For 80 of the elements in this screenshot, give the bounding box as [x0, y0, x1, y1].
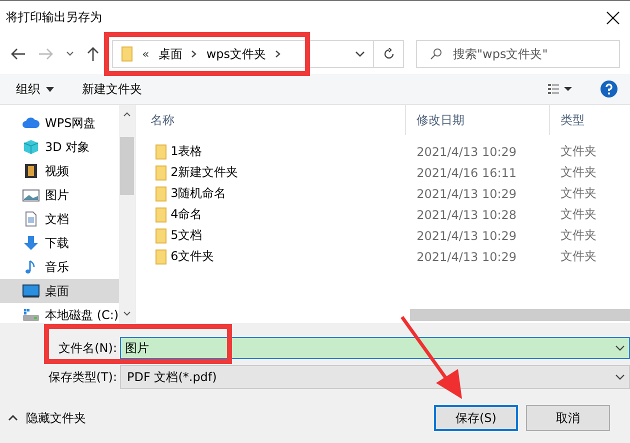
- sidebar-item[interactable]: 本地磁盘 (C:): [0, 303, 119, 327]
- column-header[interactable]: 类型: [550, 105, 585, 135]
- file-type: 文件夹: [560, 143, 597, 160]
- sidebar-item[interactable]: 桌面: [0, 279, 119, 303]
- field-label: 文件名(N):: [58, 340, 118, 356]
- sidebar-item[interactable]: WPS网盘: [0, 111, 119, 135]
- sidebar-item[interactable]: 图片: [0, 183, 119, 207]
- chevron-down-icon[interactable]: [355, 51, 365, 57]
- chevron-right-icon[interactable]: [275, 50, 282, 58]
- organize-menu-button[interactable]: 组织: [16, 80, 54, 98]
- modified-date: 2021/4/13 10:29: [416, 186, 518, 200]
- film-icon: [22, 163, 40, 179]
- file-name[interactable]: 5文档: [170, 227, 202, 244]
- file-name[interactable]: 1表格: [170, 143, 202, 160]
- cloud-icon: [22, 115, 40, 131]
- folder-icon: [154, 186, 167, 202]
- scrollbar-thumb[interactable]: [120, 137, 134, 195]
- horizontal-scrollbar[interactable]: [410, 309, 630, 321]
- sidebar-item[interactable]: 文档: [0, 207, 119, 231]
- folder-icon: [154, 248, 167, 264]
- address-bar[interactable]: « 桌面 wps文件夹: [112, 40, 374, 68]
- file-type: 文件夹: [560, 185, 597, 202]
- folder-icon: [154, 144, 167, 160]
- back-arrow-icon[interactable]: [10, 47, 26, 61]
- cube-icon: [22, 139, 40, 155]
- sidebar-item[interactable]: 视频: [0, 159, 119, 183]
- filename-input-field[interactable]: 图片: [120, 337, 630, 359]
- sidebar-item[interactable]: 3D 对象: [0, 135, 119, 159]
- breadcrumb-item[interactable]: 桌面: [158, 46, 182, 62]
- picture-icon: [22, 187, 40, 203]
- file-type: 文件夹: [560, 164, 597, 181]
- monitor-icon: [22, 283, 40, 299]
- file-type-dropdown[interactable]: PDF 文档(*.pdf): [120, 365, 630, 389]
- search-field[interactable]: 搜索"wps文件夹": [416, 40, 620, 68]
- cancel-button[interactable]: 取消: [526, 405, 610, 431]
- modified-date: 2021/4/13 10:29: [416, 250, 518, 264]
- sidebar-item[interactable]: 下载: [0, 231, 119, 255]
- window-title: 将打印输出另存为: [6, 9, 103, 26]
- folder-icon: [154, 206, 167, 222]
- file-type: 文件夹: [560, 227, 597, 244]
- modified-date: 2021/4/16 16:11: [416, 166, 518, 180]
- save-button[interactable]: 保存(S): [434, 405, 518, 431]
- chevron-right-icon[interactable]: [191, 50, 198, 58]
- help-icon[interactable]: [600, 80, 618, 98]
- refresh-button[interactable]: [374, 40, 404, 68]
- hide-folders-toggle[interactable]: 隐藏文件夹: [8, 410, 86, 426]
- folder-icon: [154, 164, 167, 180]
- file-name[interactable]: 2新建文件夹: [170, 164, 238, 181]
- download-arrow-icon: [22, 235, 40, 251]
- overflow-chevrons[interactable]: «: [142, 47, 150, 61]
- caret-down-icon: [46, 86, 54, 92]
- chevron-down-icon: [615, 374, 625, 380]
- drive-icon: [22, 307, 40, 323]
- chevron-down-icon: [615, 345, 625, 351]
- file-name[interactable]: 3随机命名: [170, 185, 226, 202]
- field-label: 保存类型(T):: [47, 368, 118, 386]
- modified-date: 2021/4/13 10:29: [416, 228, 518, 242]
- breadcrumb-item[interactable]: wps文件夹: [206, 46, 266, 62]
- folder-icon: [121, 46, 133, 62]
- file-type: 文件夹: [560, 248, 597, 265]
- search-icon: [430, 48, 442, 60]
- close-icon[interactable]: [606, 10, 620, 24]
- column-header[interactable]: 名称: [140, 105, 406, 135]
- new-folder-button[interactable]: 新建文件夹: [82, 80, 142, 98]
- modified-date: 2021/4/13 10:29: [416, 144, 518, 158]
- scroll-up-icon[interactable]: [122, 112, 131, 117]
- up-arrow-icon[interactable]: [86, 46, 100, 62]
- chevron-up-icon: [8, 415, 18, 421]
- column-header[interactable]: 修改日期: [406, 105, 550, 135]
- chevron-down-icon[interactable]: [66, 51, 74, 57]
- view-options-icon[interactable]: [548, 83, 572, 95]
- sidebar-item[interactable]: 音乐: [0, 255, 119, 279]
- file-name[interactable]: 4命名: [170, 206, 202, 223]
- file-name[interactable]: 6文件夹: [170, 248, 214, 265]
- modified-date: 2021/4/13 10:28: [416, 208, 518, 222]
- file-type: 文件夹: [560, 206, 597, 223]
- folder-icon: [154, 228, 167, 244]
- vertical-scrollbar[interactable]: [118, 105, 135, 323]
- refresh-icon: [382, 48, 394, 60]
- scroll-down-icon[interactable]: [122, 311, 131, 316]
